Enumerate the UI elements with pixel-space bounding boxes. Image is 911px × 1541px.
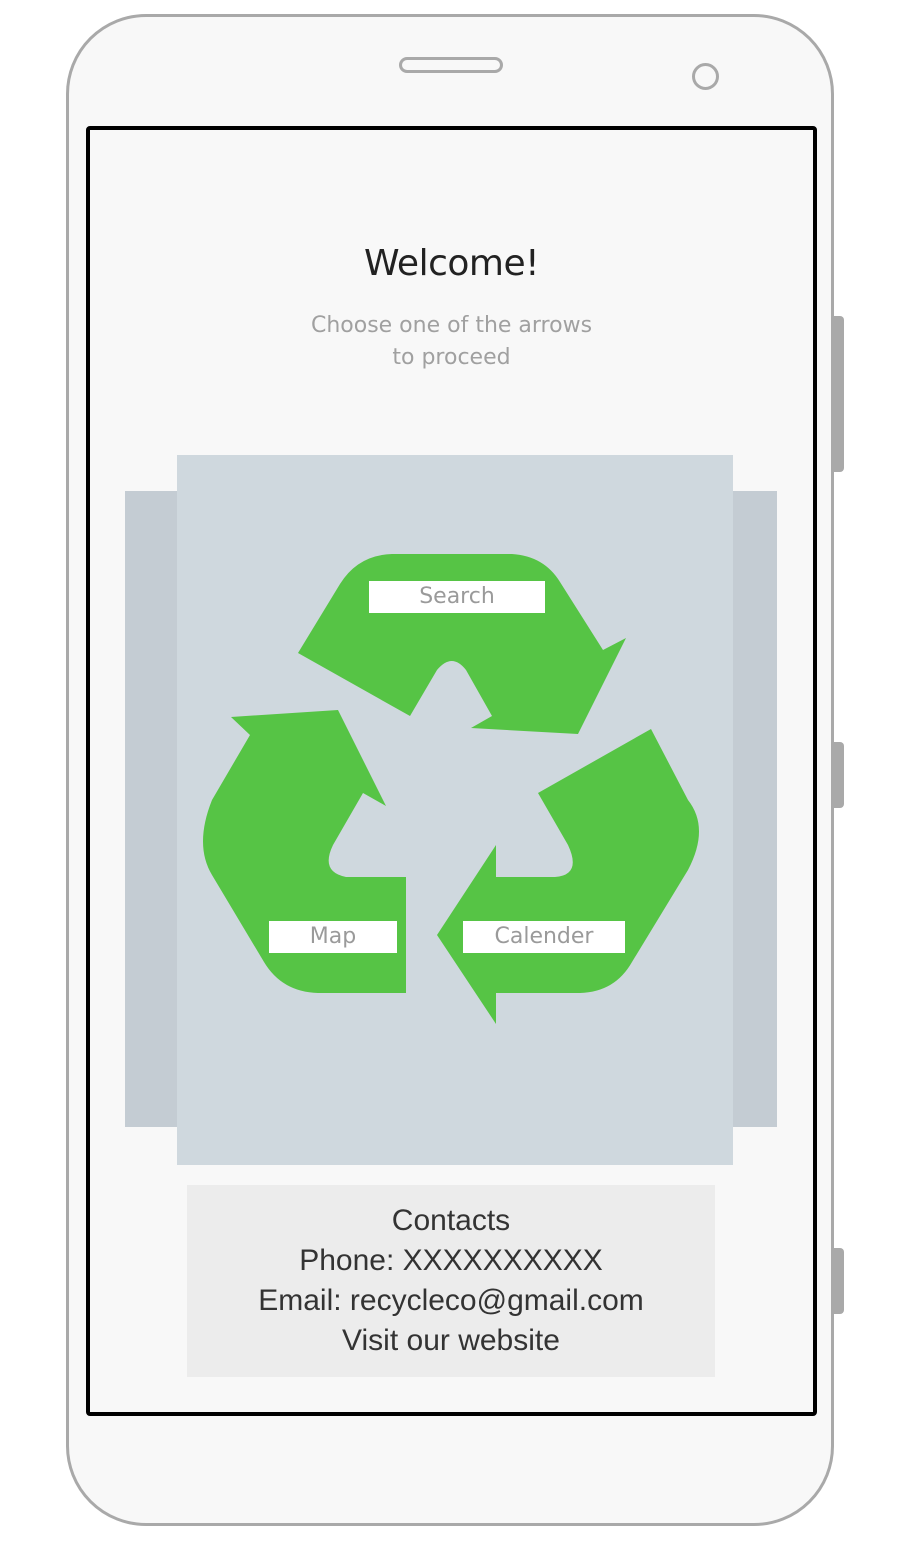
website-link[interactable]: Visit our website — [187, 1321, 715, 1361]
contacts-panel: Contacts Phone: XXXXXXXXXX Email: recycl… — [187, 1185, 715, 1377]
calendar-arrow[interactable] — [437, 729, 699, 1024]
map-button[interactable]: Map — [269, 921, 397, 953]
calendar-button[interactable]: Calender — [463, 921, 625, 953]
contacts-heading: Contacts — [391, 1204, 511, 1237]
contacts-phone[interactable]: Phone: XXXXXXXXXX — [187, 1241, 715, 1281]
contacts-email[interactable]: Email: recycleco@gmail.com — [187, 1281, 715, 1321]
search-button[interactable]: Search — [369, 581, 545, 613]
